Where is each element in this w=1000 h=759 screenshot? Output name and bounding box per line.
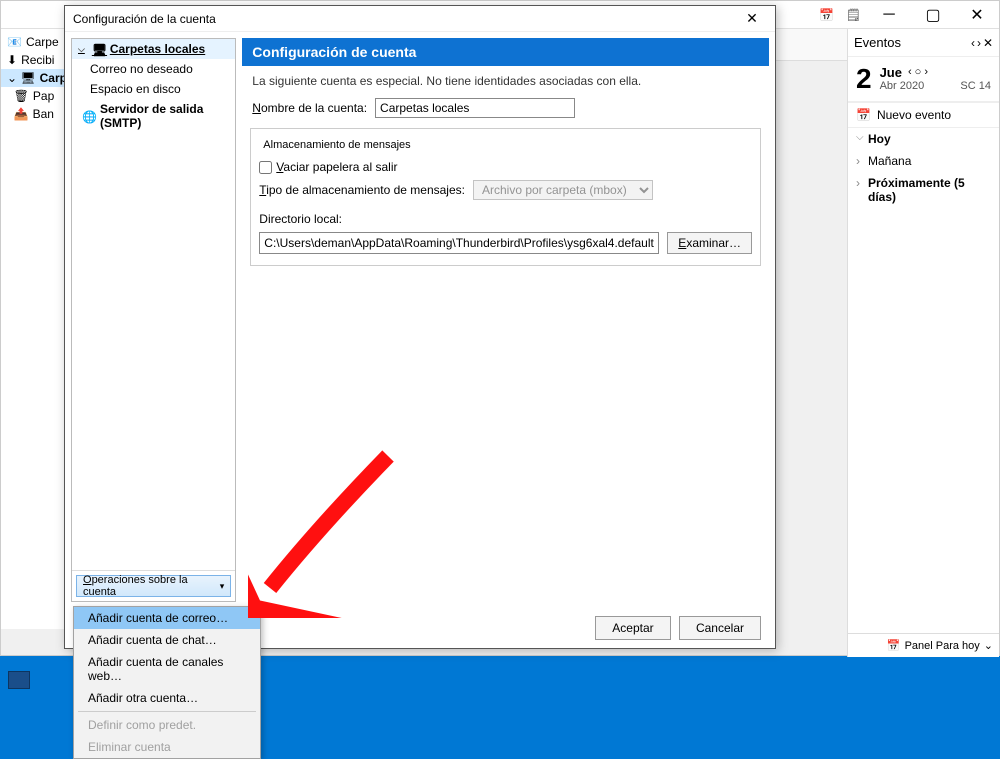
dialog-titlebar: Configuración de la cuenta ✕ (65, 6, 775, 32)
events-title: Eventos (854, 35, 971, 50)
empty-trash-input[interactable] (259, 161, 272, 174)
events-day-name: Jue (880, 65, 902, 81)
tab-item[interactable]: 📧 Carpe (1, 33, 70, 51)
tasks-icon[interactable]: 🗒 (840, 1, 867, 28)
acct-smtp[interactable]: 🌐 Servidor de salida (SMTP) (72, 99, 235, 133)
dropdown-caret-icon: ▾ (220, 581, 225, 592)
events-group-tomorrow[interactable]: Mañana (848, 150, 999, 172)
dialog-title-text: Configuración de la cuenta (73, 12, 737, 26)
menu-set-default: Definir como predet. (74, 714, 260, 736)
menu-separator (78, 711, 256, 712)
account-operations-button[interactable]: Operaciones sobre la cuenta ▾ (76, 575, 231, 597)
tree-outbox[interactable]: 📤 Ban (1, 105, 70, 123)
panel-today-icon: 📅 (887, 639, 901, 652)
events-close[interactable]: ✕ (983, 36, 993, 50)
local-dir-label: Directorio local: (259, 212, 342, 226)
tree-local-folders[interactable]: ⌄ 🖥 Carp (1, 69, 70, 87)
day-prev[interactable]: ‹ (908, 66, 912, 79)
menu-remove-account: Eliminar cuenta (74, 736, 260, 758)
day-next[interactable]: › (924, 66, 928, 79)
acct-local-folders[interactable]: 🖥 Carpetas locales (72, 39, 235, 59)
acct-junk[interactable]: Correo no deseado (72, 59, 235, 79)
empty-trash-checkbox[interactable]: Vaciar papelera al salir (259, 160, 397, 174)
account-detail-pane: Configuración de cuenta La siguiente cue… (242, 38, 769, 602)
calendar-plus-icon: 📅 (856, 108, 871, 122)
calendar-icon[interactable]: 📅 (813, 1, 840, 28)
ok-button[interactable]: Aceptar (595, 616, 671, 640)
menu-add-other[interactable]: Añadir otra cuenta… (74, 687, 260, 709)
day-today[interactable]: ○ (915, 66, 922, 79)
computer-icon: 🖥 (92, 43, 106, 55)
folder-tree: 📧 Carpe ⬇ Recibi ⌄ 🖥 Carp 🗑 Pap 📤 Ban (1, 29, 71, 629)
window-close[interactable]: ✕ (955, 1, 999, 29)
events-list: Hoy Mañana Próximamente (5 días) (848, 128, 999, 208)
events-month-year: Abr 2020 (880, 80, 925, 93)
tree-trash[interactable]: 🗑 Pap (1, 87, 70, 105)
events-footer: 📅 Panel Para hoy ⌄ (848, 633, 999, 657)
account-name-label: Nombre de la cuenta: (252, 101, 367, 115)
storage-legend: Almacenamiento de mensajes (259, 139, 414, 151)
events-date: 2 Jue ‹ ○ › Abr 2020 SC 14 (848, 57, 999, 102)
account-tree: 🖥 Carpetas locales Correo no deseado Esp… (71, 38, 236, 602)
browse-button[interactable]: Examinar… (667, 232, 752, 254)
panel-dropdown-icon[interactable]: ⌄ (984, 639, 993, 652)
window-maximize[interactable]: ▢ (911, 1, 955, 29)
cancel-button[interactable]: Cancelar (679, 616, 761, 640)
acct-disk[interactable]: Espacio en disco (72, 79, 235, 99)
menu-add-mail[interactable]: Añadir cuenta de correo… (74, 607, 260, 629)
events-next[interactable]: › (977, 36, 981, 50)
events-prev[interactable]: ‹ (971, 36, 975, 50)
account-settings-dialog: Configuración de la cuenta ✕ 🖥 Carpetas … (64, 5, 776, 649)
events-week: SC 14 (960, 80, 991, 93)
window-minimize[interactable]: ─ (867, 1, 911, 29)
account-name-input[interactable] (375, 98, 575, 118)
storage-type-select: Archivo por carpeta (mbox) (473, 180, 653, 200)
storage-type-label: Tipo de almacenamiento de mensajes: (259, 183, 465, 197)
taskbar-app-icon[interactable] (8, 671, 30, 689)
storage-fieldset: Almacenamiento de mensajes Vaciar papele… (250, 128, 761, 266)
new-event-button[interactable]: 📅 Nuevo evento (848, 102, 999, 128)
menu-add-web[interactable]: Añadir cuenta de canales web… (74, 651, 260, 687)
events-panel: Eventos ‹ › ✕ 2 Jue ‹ ○ › Abr 2020 (847, 29, 999, 657)
detail-info-text: La siguiente cuenta es especial. No tien… (242, 66, 769, 94)
menu-add-chat[interactable]: Añadir cuenta de chat… (74, 629, 260, 651)
detail-header: Configuración de cuenta (242, 38, 769, 66)
dialog-close[interactable]: ✕ (737, 10, 767, 27)
account-operations-menu: Añadir cuenta de correo… Añadir cuenta d… (73, 606, 261, 759)
panel-today-label[interactable]: Panel Para hoy (905, 640, 980, 652)
events-group-soon[interactable]: Próximamente (5 días) (848, 172, 999, 208)
local-dir-input[interactable] (259, 232, 659, 254)
events-day-number: 2 (856, 63, 872, 95)
events-group-today[interactable]: Hoy (848, 128, 999, 150)
globe-icon: 🌐 (82, 110, 96, 122)
received-item[interactable]: ⬇ Recibi (1, 51, 70, 69)
